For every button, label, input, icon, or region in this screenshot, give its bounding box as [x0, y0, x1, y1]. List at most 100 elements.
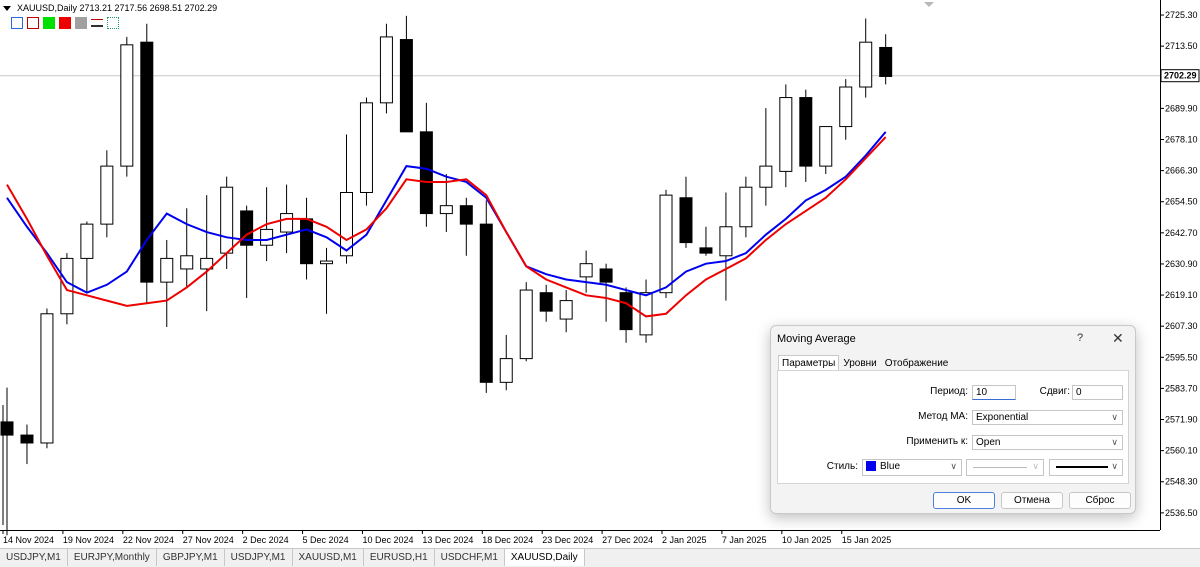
bullish-candle: [280, 213, 294, 233]
bearish-candle: [799, 97, 813, 167]
green-square-icon[interactable]: [43, 17, 55, 29]
dialog-title: Moving Average: [777, 333, 856, 345]
reset-button[interactable]: Сброс: [1069, 492, 1131, 509]
bullish-candle: [839, 86, 853, 128]
shift-label: Сдвиг:: [1039, 386, 1070, 397]
bearish-candle: [879, 46, 893, 77]
chart-header: XAUUSD,Daily 2713.21 2717.56 2698.51 270…: [3, 3, 217, 13]
bearish-candle: [459, 205, 473, 225]
bearish-candle: [599, 268, 613, 283]
x-tick-label: 2 Jan 2025: [662, 535, 707, 545]
tab-usdchf-m1[interactable]: USDCHF,M1: [435, 549, 505, 566]
x-tick-label: 13 Dec 2024: [422, 535, 473, 545]
y-tick-label: 2689.90: [1165, 103, 1198, 113]
symbol-info: XAUUSD,Daily 2713.21 2717.56 2698.51 270…: [17, 3, 218, 13]
x-tick-label: 23 Dec 2024: [542, 535, 593, 545]
ma-method-select[interactable]: Exponential ∨: [972, 410, 1123, 425]
chevron-down-icon: ∨: [1111, 437, 1118, 447]
bearish-candle: [20, 434, 34, 444]
bullish-candle: [100, 165, 114, 225]
bullish-candle: [379, 36, 393, 104]
ma-method-label: Метод МА:: [918, 411, 968, 422]
bullish-candle: [40, 313, 54, 444]
y-tick-label: 2630.90: [1165, 259, 1198, 269]
tab-eurjpy-monthly[interactable]: EURJPY,Monthly: [68, 549, 157, 566]
line-width-sample: [1056, 466, 1108, 468]
bullish-candle: [579, 263, 593, 278]
x-tick-label: 2 Dec 2024: [243, 535, 289, 545]
x-tick-label: 7 Jan 2025: [722, 535, 767, 545]
shift-input[interactable]: 0: [1072, 385, 1123, 400]
bullish-candle: [180, 255, 194, 270]
x-tick-label: 10 Jan 2025: [782, 535, 832, 545]
parameters-panel: Период: 10 Сдвиг: 0 Метод МА: Exponentia…: [777, 370, 1129, 484]
x-tick-label: 10 Dec 2024: [362, 535, 413, 545]
y-tick-label: 2583.70: [1165, 383, 1198, 393]
line-width-select[interactable]: ∨: [1049, 459, 1123, 476]
tab-eurusd-h1[interactable]: EURUSD,H1: [364, 549, 435, 566]
bearish-candle: [479, 223, 493, 383]
bullish-candle: [260, 228, 274, 246]
y-tick-label: 2536.50: [1165, 508, 1198, 518]
bearish-candle: [419, 131, 433, 215]
color-swatch: [866, 461, 876, 472]
bullish-candle: [859, 41, 873, 88]
bearish-candle: [699, 247, 713, 254]
bearish-candle: [619, 292, 633, 331]
bearish-candle: [539, 292, 553, 312]
dropdown-triangle-icon[interactable]: [3, 5, 11, 11]
chevron-down-icon: ∨: [1111, 412, 1118, 422]
current-price-label: 2702.29: [1164, 71, 1197, 81]
bullish-candle: [739, 186, 753, 228]
chevron-down-icon: ∨: [950, 461, 957, 471]
tab-usdjpy-m1[interactable]: USDJPY,M1: [0, 549, 68, 566]
y-tick-label: 2666.30: [1165, 166, 1198, 176]
x-tick-label: 22 Nov 2024: [123, 535, 174, 545]
ok-button[interactable]: OK: [933, 492, 995, 509]
period-input[interactable]: 10: [972, 385, 1016, 400]
red-square-icon[interactable]: [59, 17, 71, 29]
color-select[interactable]: Blue ∨: [862, 459, 962, 476]
close-button[interactable]: ✕: [1112, 330, 1124, 347]
apply-to-select[interactable]: Open ∨: [972, 435, 1123, 450]
tab-usdjpy-m1[interactable]: USDJPY,M1: [225, 549, 293, 566]
style-label: Стиль:: [826, 461, 858, 472]
y-tick-label: 2560.10: [1165, 446, 1198, 456]
bullish-candle: [60, 257, 74, 315]
bullish-candle: [160, 257, 174, 283]
bullish-candle: [359, 102, 373, 193]
chevron-down-icon: ∨: [1032, 461, 1039, 471]
red-square-outline-icon[interactable]: [27, 17, 39, 29]
bearish-candle: [399, 39, 413, 133]
line-style-sample: [973, 467, 1027, 468]
x-tick-label: 19 Nov 2024: [63, 535, 114, 545]
help-button[interactable]: ?: [1077, 332, 1083, 344]
bullish-candle: [120, 44, 134, 167]
bullish-candle: [80, 223, 94, 259]
line-style-icon[interactable]: [91, 19, 103, 27]
gray-square-icon[interactable]: [75, 17, 87, 29]
blue-square-icon[interactable]: [11, 17, 23, 29]
bullish-candle: [759, 165, 773, 188]
tab-xauusd-m1[interactable]: XAUUSD,M1: [293, 549, 364, 566]
chevron-down-icon: ∨: [1111, 461, 1118, 471]
y-tick-label: 2571.90: [1165, 415, 1198, 425]
apply-to-label: Применить к:: [906, 436, 968, 447]
bullish-candle: [320, 260, 334, 265]
y-tick-label: 2725.30: [1165, 10, 1198, 20]
scroll-marker-icon: [924, 2, 934, 7]
grid-lines-icon[interactable]: [107, 17, 119, 29]
bullish-candle: [779, 97, 793, 172]
bearish-candle: [679, 197, 693, 244]
tab-gbpjpy-m1[interactable]: GBPJPY,M1: [157, 549, 225, 566]
bullish-candle: [220, 186, 234, 254]
cancel-button[interactable]: Отмена: [1001, 492, 1063, 509]
tab-xauusd-daily[interactable]: XAUUSD,Daily: [504, 549, 585, 566]
bullish-candle: [819, 126, 833, 167]
x-tick-label: 15 Jan 2025: [842, 535, 892, 545]
x-tick-label: 27 Nov 2024: [183, 535, 234, 545]
line-style-select[interactable]: ∨: [966, 459, 1044, 476]
x-tick-label: 27 Dec 2024: [602, 535, 653, 545]
bullish-candle: [499, 358, 513, 383]
bearish-candle: [0, 421, 14, 436]
